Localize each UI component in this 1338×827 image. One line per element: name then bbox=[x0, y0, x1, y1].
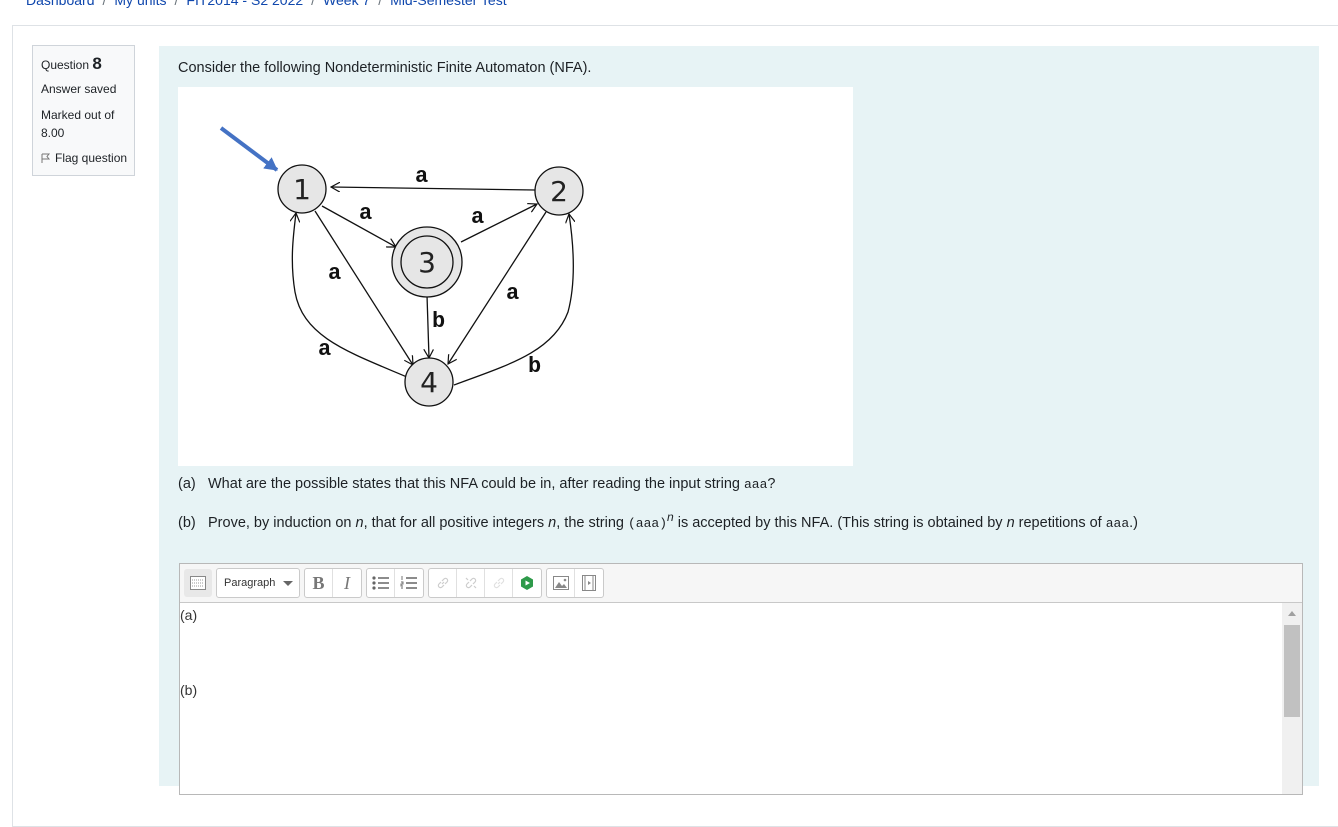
format-select-value: Paragraph bbox=[224, 577, 276, 589]
edge-label-1-3: a bbox=[359, 201, 372, 226]
record-media-icon bbox=[521, 576, 533, 590]
breadcrumb-dashboard[interactable]: Dashboard bbox=[26, 0, 95, 8]
show-more-buttons[interactable] bbox=[184, 569, 212, 597]
breadcrumb-separator: / bbox=[311, 0, 316, 8]
scrollbar-thumb[interactable] bbox=[1284, 625, 1300, 717]
breadcrumb-separator: / bbox=[174, 0, 179, 8]
part-b-code: (aaa) bbox=[627, 515, 667, 531]
ordered-list-button[interactable] bbox=[395, 569, 423, 597]
answer-text-area[interactable]: (a) (b) bbox=[180, 603, 1282, 794]
question-number-value: 8 bbox=[92, 54, 102, 73]
nfa-diagram: a a a a b a a b 1 2 3 4 bbox=[178, 87, 853, 466]
breadcrumb-week[interactable]: Week 7 bbox=[323, 0, 370, 8]
flag-icon bbox=[41, 153, 51, 163]
manage-files-button[interactable] bbox=[485, 569, 513, 597]
unlink-icon bbox=[465, 577, 476, 589]
breadcrumb-my-units[interactable]: My units bbox=[114, 0, 166, 8]
edge-label-1-4: a bbox=[328, 261, 341, 286]
bullet-list-icon bbox=[371, 576, 389, 590]
editor-toolbar: Paragraph B I bbox=[180, 564, 1302, 603]
edge-label-4-1: a bbox=[318, 337, 331, 362]
part-a-text: What are the possible states that this N… bbox=[208, 476, 744, 492]
question-part-b: (b) Prove, by induction on n, that for al… bbox=[178, 510, 1138, 531]
insert-image-button[interactable] bbox=[547, 569, 575, 597]
image-icon bbox=[552, 576, 569, 590]
unordered-list-button[interactable] bbox=[367, 569, 395, 597]
edge-label-4-2: b bbox=[528, 354, 541, 379]
edge-label-2-1: a bbox=[415, 164, 428, 189]
breadcrumb-separator: / bbox=[378, 0, 383, 8]
unlink-button[interactable] bbox=[457, 569, 485, 597]
start-arrow bbox=[219, 126, 279, 172]
svg-text:1: 1 bbox=[293, 173, 311, 206]
question-number: Question 8 bbox=[41, 54, 134, 74]
numbered-list-icon bbox=[400, 576, 417, 589]
dropdown-arrow-icon bbox=[283, 580, 293, 586]
state-1: 1 bbox=[277, 164, 327, 214]
bold-icon: B bbox=[312, 572, 325, 593]
state-4: 4 bbox=[404, 357, 454, 407]
question-grade: Marked out of 8.00 bbox=[41, 108, 115, 140]
svg-text:4: 4 bbox=[420, 366, 438, 399]
editor-scrollbar[interactable] bbox=[1282, 603, 1302, 794]
flag-question-button[interactable]: Flag question bbox=[41, 151, 134, 165]
edge-2-1 bbox=[331, 187, 536, 190]
state-2: 2 bbox=[534, 166, 584, 216]
var-n: n bbox=[355, 514, 364, 531]
edge-label-3-4: b bbox=[432, 309, 445, 334]
question-intro: Consider the following Nondeterministic … bbox=[178, 60, 592, 76]
part-b-label: (b) bbox=[178, 514, 196, 531]
insert-media-button[interactable] bbox=[575, 569, 603, 597]
part-b-code: aaa bbox=[1105, 515, 1130, 531]
svg-text:2: 2 bbox=[550, 175, 568, 208]
italic-icon: I bbox=[344, 572, 350, 593]
breadcrumb-quiz[interactable]: Mid-Semester Test bbox=[390, 0, 506, 8]
question-part-a: (a) What are the possible states that thi… bbox=[178, 476, 775, 492]
link-disabled-icon bbox=[493, 577, 504, 589]
part-b-text: .) bbox=[1129, 514, 1138, 531]
link-icon bbox=[437, 577, 448, 589]
answer-line-b: (b) bbox=[180, 682, 198, 698]
question-label: Question bbox=[41, 58, 90, 72]
edge-2-4 bbox=[448, 211, 547, 364]
part-b-text: , the string bbox=[556, 514, 628, 531]
media-icon bbox=[582, 575, 596, 591]
question-state: Answer saved bbox=[41, 82, 117, 96]
exponent-n: n bbox=[667, 510, 674, 524]
edge-4-1 bbox=[292, 213, 408, 378]
flag-question-label: Flag question bbox=[55, 151, 128, 165]
var-n: n bbox=[1006, 514, 1015, 531]
edge-label-3-2: a bbox=[471, 205, 484, 230]
answer-line-a: (a) bbox=[180, 607, 198, 623]
paragraph-format-select[interactable]: Paragraph bbox=[217, 569, 299, 597]
part-a-code: aaa bbox=[744, 477, 768, 492]
edge-3-4 bbox=[427, 294, 429, 358]
link-button[interactable] bbox=[429, 569, 457, 597]
breadcrumb: Dashboard / My units / FIT2014 - S2 2022 / Wee… bbox=[26, 0, 507, 8]
part-a-end: ? bbox=[767, 476, 776, 492]
bold-button[interactable]: B bbox=[305, 569, 333, 597]
part-a-label: (a) bbox=[178, 476, 196, 492]
part-b-text: Prove, by induction on bbox=[208, 514, 356, 531]
italic-button[interactable]: I bbox=[333, 569, 361, 597]
record-media-button[interactable] bbox=[513, 569, 541, 597]
question-info-box: Question 8 Answer saved Marked out of 8.… bbox=[32, 45, 135, 176]
toolbar-toggle-icon bbox=[190, 576, 206, 590]
edge-label-2-4: a bbox=[506, 281, 519, 306]
part-b-text: is accepted by this NFA. (This string is… bbox=[673, 514, 1007, 531]
part-b-text: repetitions of bbox=[1014, 514, 1106, 531]
breadcrumb-unit[interactable]: FIT2014 - S2 2022 bbox=[186, 0, 303, 8]
part-b-text: , that for all positive integers bbox=[363, 514, 549, 531]
breadcrumb-separator: / bbox=[102, 0, 107, 8]
state-3-accepting: 3 bbox=[391, 226, 463, 298]
scroll-up-arrow-icon[interactable] bbox=[1288, 611, 1296, 616]
answer-editor: Paragraph B I (a) (b) bbox=[179, 563, 1303, 795]
svg-text:3: 3 bbox=[418, 246, 436, 279]
